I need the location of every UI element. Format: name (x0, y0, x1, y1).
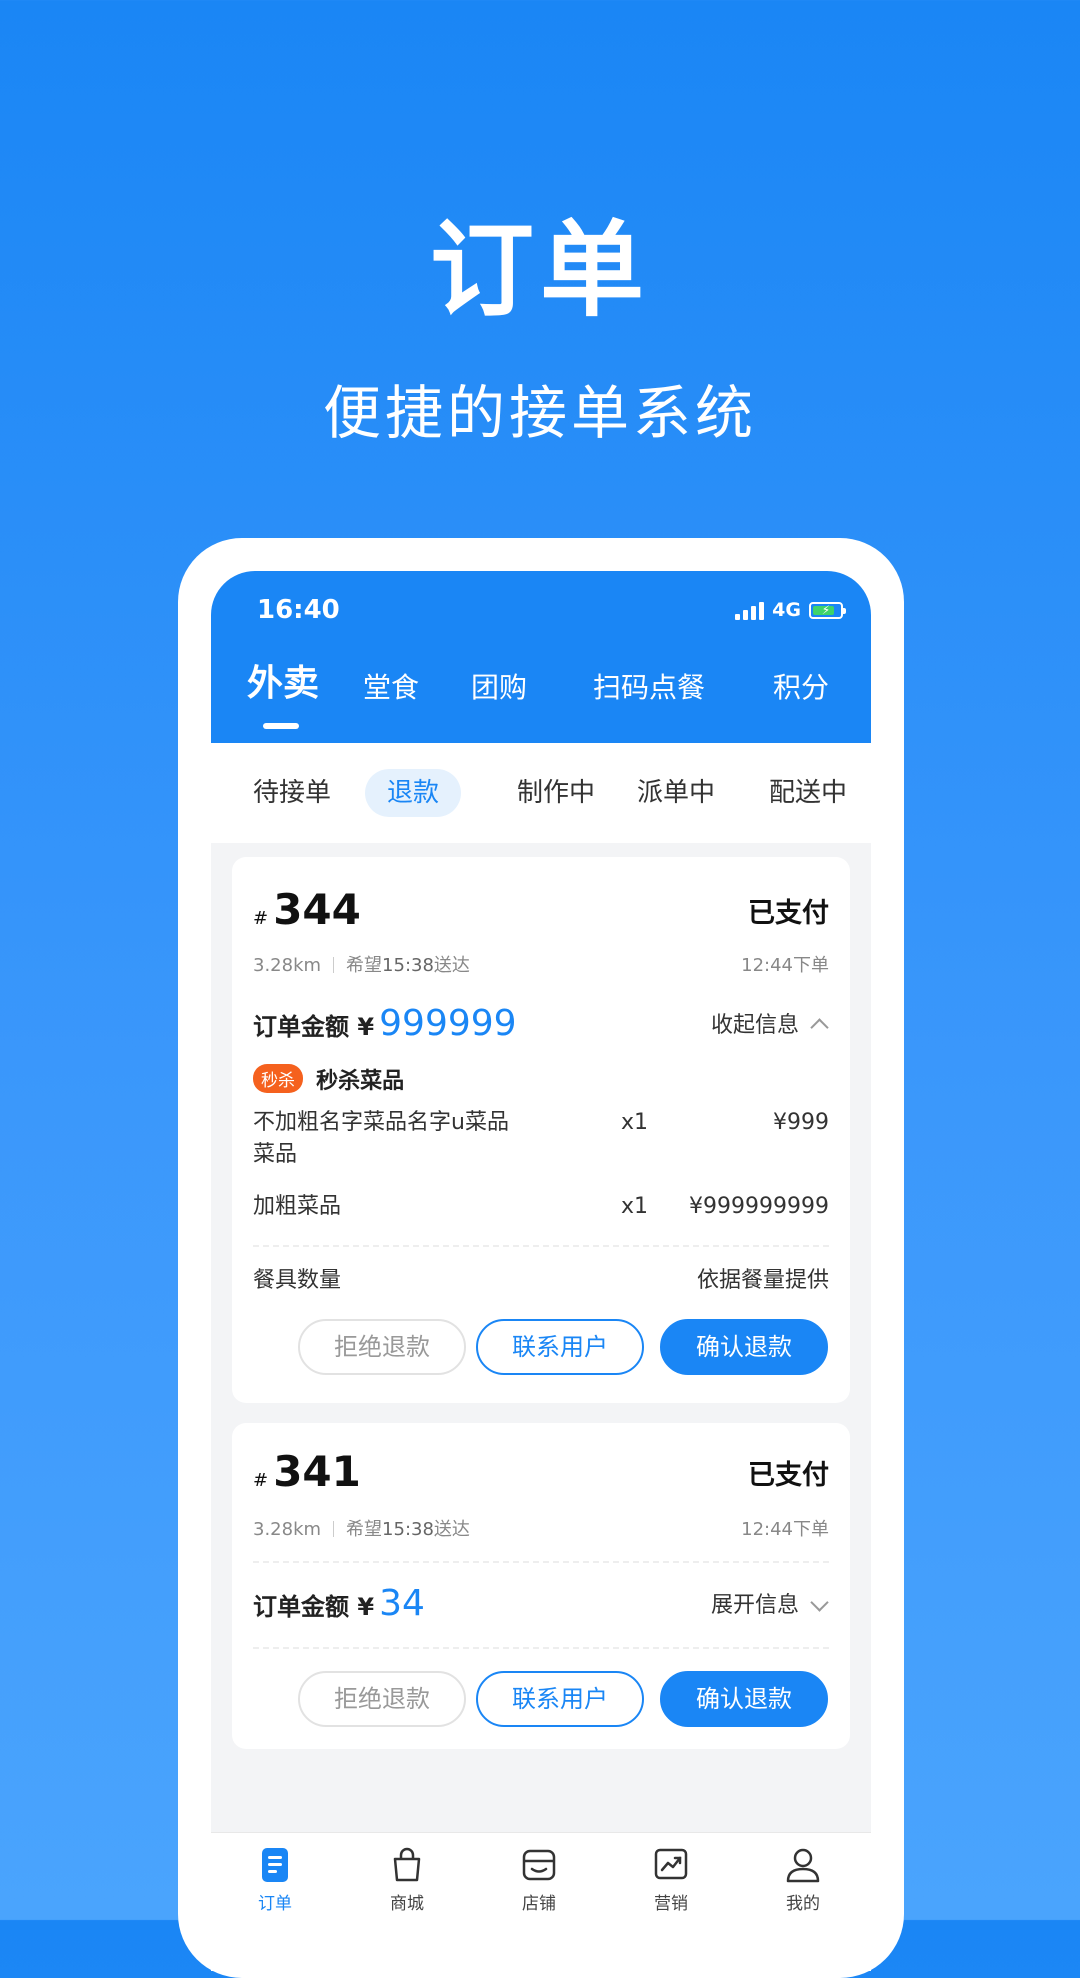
flash-sale-name: 秒杀菜品 (316, 1069, 405, 1094)
network-type: 4G (772, 599, 801, 621)
subtab-delivering[interactable]: 配送中 (769, 769, 847, 817)
flash-sale-row: 秒杀 秒杀菜品 (253, 1063, 404, 1095)
divider (253, 1245, 829, 1247)
item-name-line: 菜品 (253, 1142, 298, 1167)
nav-store[interactable]: 店铺 (489, 1845, 589, 1914)
tab-group-buy[interactable]: 团购 (471, 663, 527, 713)
expect-prefix: 希望 (346, 955, 383, 976)
order-hash: # (253, 1470, 269, 1491)
expect-time: 15:38 (382, 1519, 434, 1540)
nav-mall[interactable]: 商城 (357, 1845, 457, 1914)
item-name: 加粗菜品 (253, 1194, 342, 1219)
item-price: ¥999 (773, 1110, 829, 1135)
item-qty: x1 (621, 1110, 649, 1135)
battery-icon: ⚡ (809, 601, 846, 619)
chevron-up-icon (810, 1018, 829, 1037)
flash-sale-badge: 秒杀 (253, 1064, 303, 1093)
order-time: 12:44下单 (741, 1519, 829, 1540)
amount-label: 订单金额 ¥ (253, 1013, 375, 1041)
distance: 3.28km (253, 955, 322, 976)
top-header: 16:40 4G ⚡ 外卖 堂食 团购 扫码点餐 积分 (211, 571, 871, 743)
nav-label: 商城 (390, 1894, 424, 1914)
confirm-refund-button[interactable]: 确认退款 (660, 1319, 828, 1375)
hero-subtitle: 便捷的接单系统 (322, 379, 757, 447)
order-amount: 订单金额 ¥ 999999 (253, 1003, 517, 1044)
chevron-down-icon (810, 1593, 829, 1612)
nav-orders[interactable]: 订单 (225, 1845, 325, 1914)
order-card: # 341 已支付 3.28km 希望15:38送达 12:44下单 订单金额 ¥… (232, 1423, 850, 1749)
order-meta: 3.28km 希望15:38送达 (253, 1515, 470, 1541)
hero-title: 订单 (429, 209, 650, 331)
order-status: 已支付 (748, 898, 829, 929)
reject-refund-button[interactable]: 拒绝退款 (298, 1319, 466, 1375)
divider (253, 1561, 829, 1563)
sub-tabs: 待接单 退款 制作中 派单中 配送中 (211, 743, 871, 843)
nav-label: 营销 (654, 1894, 688, 1914)
nav-label: 店铺 (522, 1894, 556, 1914)
distance: 3.28km (253, 1519, 322, 1540)
tableware-value: 依据餐量提供 (696, 1268, 829, 1293)
tab-points[interactable]: 积分 (773, 663, 829, 713)
item-name: 不加粗名字菜品名字u菜品 菜品 (253, 1107, 509, 1171)
expect-time: 15:38 (382, 955, 434, 976)
expect-suffix: 送达 (433, 955, 470, 976)
nav-label: 订单 (258, 1894, 292, 1914)
order-amount: 订单金额 ¥ 34 (253, 1583, 425, 1624)
app-screen: 16:40 4G ⚡ 外卖 堂食 团购 扫码点餐 积分 待接单 退款 制作中 派… (211, 571, 871, 1971)
bottom-navigation: 订单 商城 店铺 营销 我的 (211, 1832, 871, 1971)
amount-value: 34 (379, 1583, 425, 1624)
toggle-label: 收起信息 (710, 1013, 799, 1038)
order-status: 已支付 (748, 1460, 829, 1491)
order-time: 12:44下单 (741, 955, 829, 976)
expand-info-toggle[interactable]: 展开信息 (710, 1587, 829, 1619)
orders-icon (262, 1848, 288, 1882)
signal-icon (735, 600, 765, 620)
store-icon (522, 1849, 556, 1881)
tab-dine-in[interactable]: 堂食 (363, 663, 419, 713)
confirm-refund-button[interactable]: 确认退款 (660, 1671, 828, 1727)
divider (253, 1647, 829, 1649)
active-tab-indicator (263, 723, 299, 729)
contact-user-button[interactable]: 联系用户 (476, 1319, 644, 1375)
order-card: # 344 已支付 3.28km 希望15:38送达 12:44下单 订单金额 ¥… (232, 857, 850, 1403)
tableware-label: 餐具数量 (253, 1268, 342, 1293)
tab-takeaway[interactable]: 外卖 (247, 659, 319, 709)
nav-profile[interactable]: 我的 (753, 1845, 853, 1914)
subtab-refund[interactable]: 退款 (365, 769, 462, 817)
user-icon (786, 1848, 820, 1883)
subtab-pending[interactable]: 待接单 (253, 769, 331, 817)
order-number: 341 (273, 1447, 361, 1496)
subtab-preparing[interactable]: 制作中 (517, 769, 595, 817)
item-price: ¥999999999 (689, 1194, 829, 1219)
nav-label: 我的 (786, 1894, 820, 1914)
order-meta: 3.28km 希望15:38送达 (253, 951, 470, 977)
status-time: 16:40 (257, 595, 340, 625)
expect-prefix: 希望 (346, 1519, 383, 1540)
chart-icon (654, 1848, 688, 1880)
amount-value: 999999 (379, 1003, 517, 1044)
item-name-line: 不加粗名字菜品名字u菜品 (253, 1110, 509, 1135)
collapse-info-toggle[interactable]: 收起信息 (710, 1007, 829, 1039)
order-number: 344 (273, 885, 361, 934)
toggle-label: 展开信息 (710, 1593, 799, 1618)
main-tabs: 外卖 堂食 团购 扫码点餐 积分 (211, 663, 871, 723)
expect-suffix: 送达 (433, 1519, 470, 1540)
amount-label: 订单金额 ¥ (253, 1593, 375, 1621)
tab-scan-order[interactable]: 扫码点餐 (593, 663, 705, 713)
contact-user-button[interactable]: 联系用户 (476, 1671, 644, 1727)
reject-refund-button[interactable]: 拒绝退款 (298, 1671, 466, 1727)
order-hash: # (253, 908, 269, 929)
shopping-bag-icon (393, 1847, 421, 1882)
subtab-dispatching[interactable]: 派单中 (637, 769, 715, 817)
item-qty: x1 (621, 1194, 649, 1219)
nav-marketing[interactable]: 营销 (621, 1845, 721, 1914)
status-indicators: 4G ⚡ (735, 599, 846, 621)
